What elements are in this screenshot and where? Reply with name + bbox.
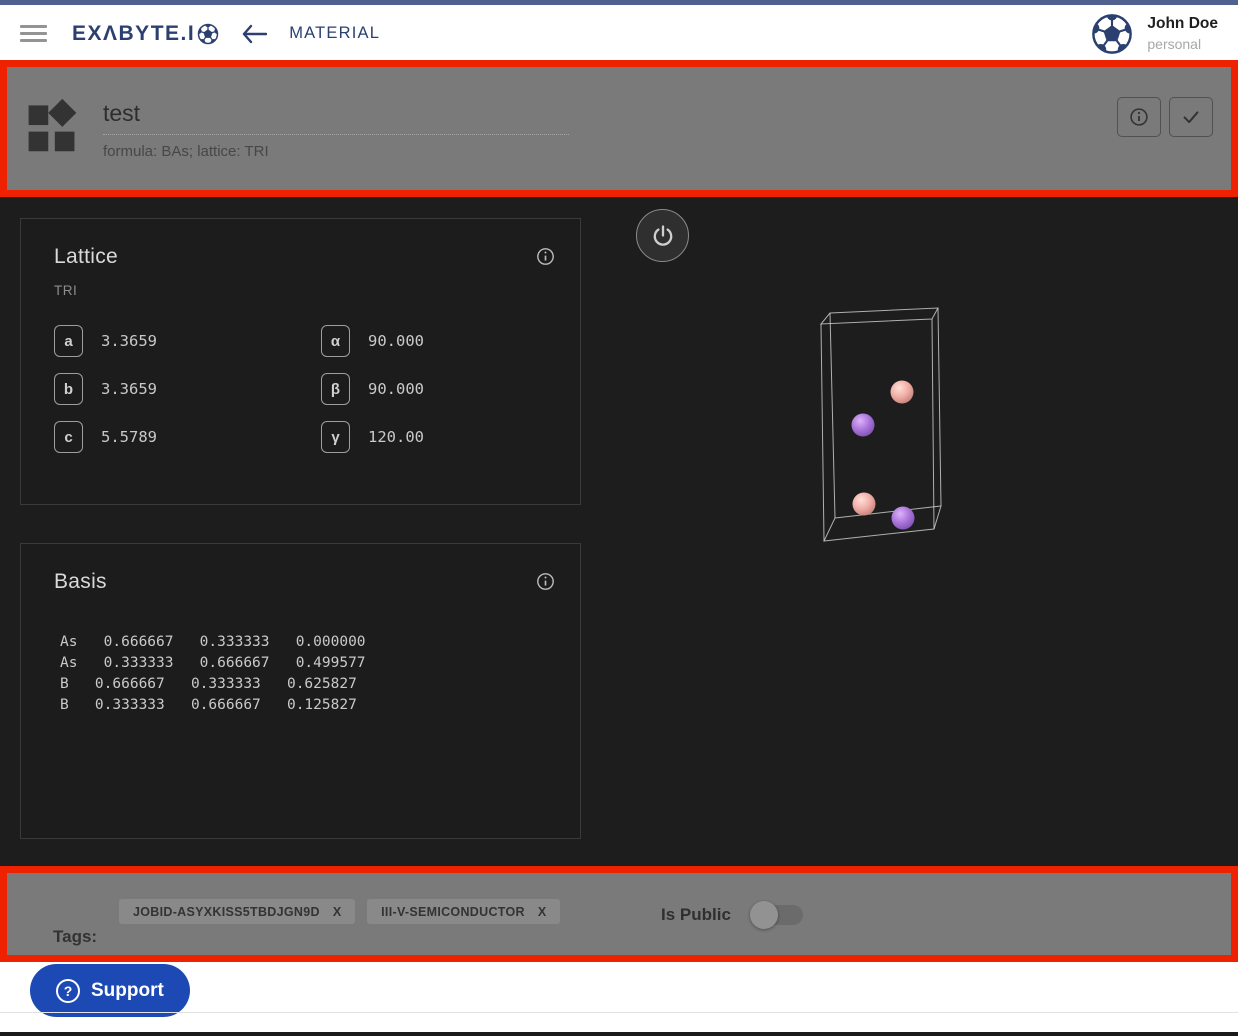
lattice-title: Lattice [54,245,118,269]
tag-chips: JOBID-ASYXKISS5TBDJGN9DXIII-V-SEMICONDUC… [119,899,560,924]
tag-chip-label: JOBID-ASYXKISS5TBDJGN9D [133,905,320,919]
lattice-fields: a 3.3659 α 90.000 b 3.3659 β 90.000 c 5.5789 γ 120.… [54,325,424,453]
lattice-param-label: b [54,373,83,405]
lattice-param-value[interactable]: 5.5789 [101,428,157,446]
material-editor: Lattice TRI a 3.3659 α 90.000 b 3.3659 β 90.000… [0,197,1238,866]
avatar [1091,13,1133,55]
tag-chip-label: III-V-SEMICONDUCTOR [381,905,525,919]
toggle-knob[interactable] [750,901,778,929]
crystal-atoms [852,381,915,530]
lattice-param-value[interactable]: 3.3659 [101,332,157,350]
atom-as[interactable] [853,493,876,516]
viewer-power-button[interactable] [636,209,689,262]
remove-tag-icon[interactable]: X [538,905,546,919]
basis-info-icon[interactable] [535,571,556,592]
basis-rows[interactable]: As 0.666667 0.333333 0.000000As 0.333333… [60,632,366,716]
user-workspace: personal [1147,36,1218,52]
bottom-border [0,1032,1238,1036]
lattice-param-value[interactable]: 90.000 [368,332,424,350]
info-button[interactable] [1117,97,1161,137]
basis-row: As 0.333333 0.666667 0.499577 [60,653,366,674]
crystal-viewer[interactable] [760,287,1000,567]
atom-b[interactable] [852,414,875,437]
atom-as[interactable] [891,381,914,404]
lattice-param-label: c [54,421,83,453]
lattice-param-label: α [321,325,350,357]
check-icon [1180,106,1202,128]
material-name-field[interactable]: test [103,100,569,135]
material-header-section: test formula: BAs; lattice: TRI [0,60,1238,197]
lattice-info-icon[interactable] [535,246,556,267]
page-title: MATERIAL [289,24,380,43]
tag-chip[interactable]: III-V-SEMICONDUCTOR X [367,899,560,924]
material-summary: formula: BAs; lattice: TRI [103,143,569,160]
lattice-param-label: β [321,373,350,405]
logo-text: EXΛBYTE.I [72,22,195,46]
basis-row: B 0.333333 0.666667 0.125827 [60,695,366,716]
lattice-field-b: b 3.3659 [54,373,321,405]
footer: ? Support [0,962,1238,1036]
navbar: EXΛBYTE.I MATERIAL [0,5,1238,62]
tags-section: Tags: JOBID-ASYXKISS5TBDJGN9DXIII-V-SEMI… [0,866,1238,962]
lattice-type: TRI [54,283,77,298]
footer-divider [0,1012,1238,1013]
back-arrow-icon[interactable] [241,23,267,45]
is-public-label: Is Public [661,905,731,925]
lattice-field-α: α 90.000 [321,325,424,357]
tags-label: Tags: [53,927,97,947]
support-button[interactable]: ? Support [30,964,190,1017]
tag-chip[interactable]: JOBID-ASYXKISS5TBDJGN9D X [119,899,355,924]
is-public-control: Is Public [661,905,803,925]
basis-card: Basis As 0.666667 0.333333 0.000000As 0.… [20,543,581,839]
unit-cell-wireframe [821,308,941,541]
material-icon [25,97,79,155]
lattice-field-β: β 90.000 [321,373,424,405]
save-check-button[interactable] [1169,97,1213,137]
lattice-param-label: γ [321,421,350,453]
lattice-field-a: a 3.3659 [54,325,321,357]
soccer-ball-icon [197,23,219,45]
basis-row: B 0.666667 0.333333 0.625827 [60,674,366,695]
exabyte-logo[interactable]: EXΛBYTE.I [72,22,219,46]
lattice-field-γ: γ 120.00 [321,421,424,453]
lattice-param-value[interactable]: 90.000 [368,380,424,398]
info-icon [1128,106,1150,128]
lattice-field-c: c 5.5789 [54,421,321,453]
lattice-param-value[interactable]: 3.3659 [101,380,157,398]
lattice-card: Lattice TRI a 3.3659 α 90.000 b 3.3659 β 90.000… [20,218,581,505]
user-menu[interactable]: John Doe personal [1091,13,1218,55]
user-name: John Doe [1147,15,1218,33]
lattice-param-label: a [54,325,83,357]
menu-icon[interactable] [20,25,47,42]
basis-row: As 0.666667 0.333333 0.000000 [60,632,366,653]
basis-title: Basis [54,570,107,594]
atom-b[interactable] [892,507,915,530]
power-icon [651,224,675,248]
support-label: Support [91,980,164,1002]
remove-tag-icon[interactable]: X [333,905,341,919]
app-window: EXΛBYTE.I MATERIAL [0,0,1238,1036]
question-mark-icon: ? [56,979,80,1003]
is-public-toggle[interactable] [753,905,803,925]
lattice-param-value[interactable]: 120.00 [368,428,424,446]
